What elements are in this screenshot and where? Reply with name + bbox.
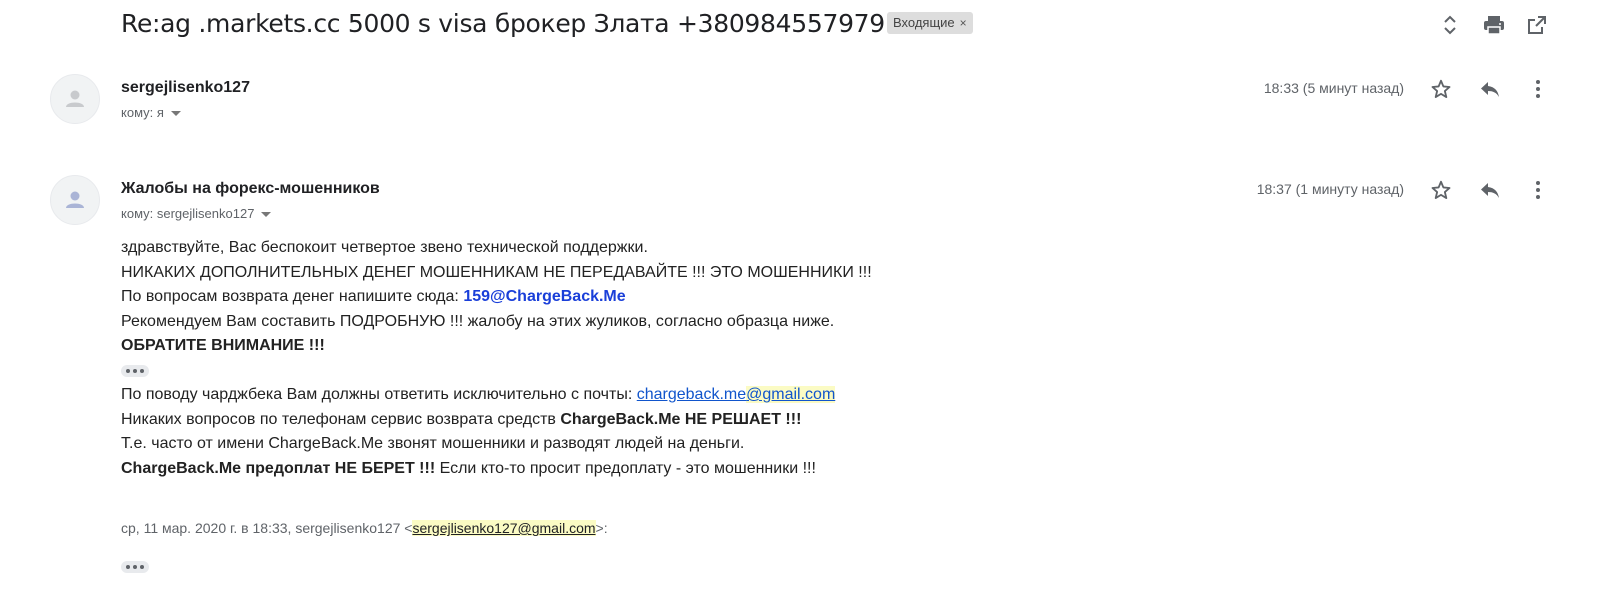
body-line: По поводу чарджбека Вам должны ответить … (121, 383, 872, 408)
star-icon[interactable] (1428, 177, 1454, 203)
body-line: здравствуйте, Вас беспокоит четвертое зв… (121, 239, 648, 256)
chargeback-email-link[interactable]: chargeback.me (637, 386, 746, 403)
body-line: НИКАКИХ ДОПОЛНИТЕЛЬНЫХ ДЕНЕГ МОШЕННИКАМ … (121, 263, 872, 281)
body-line: Никаких вопросов по телефонам сервис воз… (121, 408, 872, 433)
avatar (50, 74, 100, 124)
star-icon[interactable] (1428, 76, 1454, 102)
sender-name: Жалобы на форекс-мошенников (121, 180, 380, 197)
body-line: ChargeBack.Me предоплат НЕ БЕРЕТ !!! Есл… (121, 457, 872, 482)
recipients-text: кому: я (121, 105, 164, 120)
message-time: 18:37 (1 минуту назад) (1256, 181, 1404, 197)
reply-icon[interactable] (1477, 76, 1503, 102)
remove-label-icon[interactable]: × (960, 16, 967, 30)
label-text: Входящие (893, 15, 955, 30)
body-text-bold: ChargeBack.Me предоплат НЕ БЕРЕТ !!! (121, 459, 436, 477)
body-line: Рекомендуем Вам составить ПОДРОБНУЮ !!! … (121, 312, 835, 330)
print-icon[interactable] (1481, 12, 1507, 38)
body-text: Никаких вопросов по телефонам сервис воз… (121, 410, 561, 428)
chevron-down-icon[interactable] (261, 212, 272, 218)
reply-icon[interactable] (1477, 177, 1503, 203)
body-line-bold: ОБРАТИТЕ ВНИМАНИЕ !!! (121, 337, 325, 354)
recipients-text: кому: sergejlisenko127 (121, 206, 255, 221)
quoted-sender-email-link[interactable]: sergejlisenko127@gmail.com (412, 520, 596, 536)
subject-row: Re:ag .markets.cc 5000 s visa брокер Зла… (0, 0, 1609, 50)
show-trimmed-content-button[interactable] (121, 365, 149, 378)
body-text: Если кто-то просит предоплату - это моше… (435, 459, 816, 477)
more-options-icon[interactable] (1525, 177, 1551, 203)
quote-attribution: ср, 11 мар. 2020 г. в 18:33, sergejlisen… (121, 520, 608, 536)
support-email-link[interactable]: 159@ChargeBack.Me (463, 288, 625, 305)
quoted-text-toggle-row (121, 557, 149, 575)
person-icon (66, 191, 84, 208)
message-time: 18:33 (5 минут назад) (1263, 80, 1404, 96)
body-text: По вопросам возврата денег напишите сюда… (121, 288, 464, 305)
body-line: Т.е. часто от имени ChargeBack.Me звонят… (121, 435, 745, 452)
sender-name: sergejlisenko127 (121, 79, 250, 96)
body-text-bold: ChargeBack.Me НЕ РЕШАЕТ !!! (560, 410, 802, 428)
more-options-icon[interactable] (1525, 76, 1551, 102)
chargeback-email-domain-link[interactable]: @gmail.com (746, 386, 836, 403)
recipients-line[interactable]: кому: sergejlisenko127 (121, 206, 272, 221)
quote-text: >: (595, 520, 608, 536)
inbox-label-chip[interactable]: Входящие × (887, 12, 973, 34)
email-subject: Re:ag .markets.cc 5000 s visa брокер Зла… (121, 9, 885, 38)
quote-text: ср, 11 мар. 2020 г. в 18:33, sergejlisen… (121, 520, 413, 536)
avatar (50, 175, 100, 225)
recipients-line[interactable]: кому: я (121, 105, 181, 120)
show-quoted-text-button[interactable] (121, 561, 149, 573)
body-text: По поводу чарджбека Вам должны ответить … (121, 386, 637, 403)
trimmed-content-row (121, 359, 872, 384)
chevron-down-icon[interactable] (170, 111, 181, 117)
person-icon (66, 90, 84, 107)
open-in-new-window-icon[interactable] (1524, 12, 1550, 38)
expand-collapse-icon[interactable] (1437, 12, 1463, 38)
body-line: По вопросам возврата денег напишите сюда… (121, 285, 872, 310)
message-body: здравствуйте, Вас беспокоит четвертое зв… (121, 236, 872, 481)
